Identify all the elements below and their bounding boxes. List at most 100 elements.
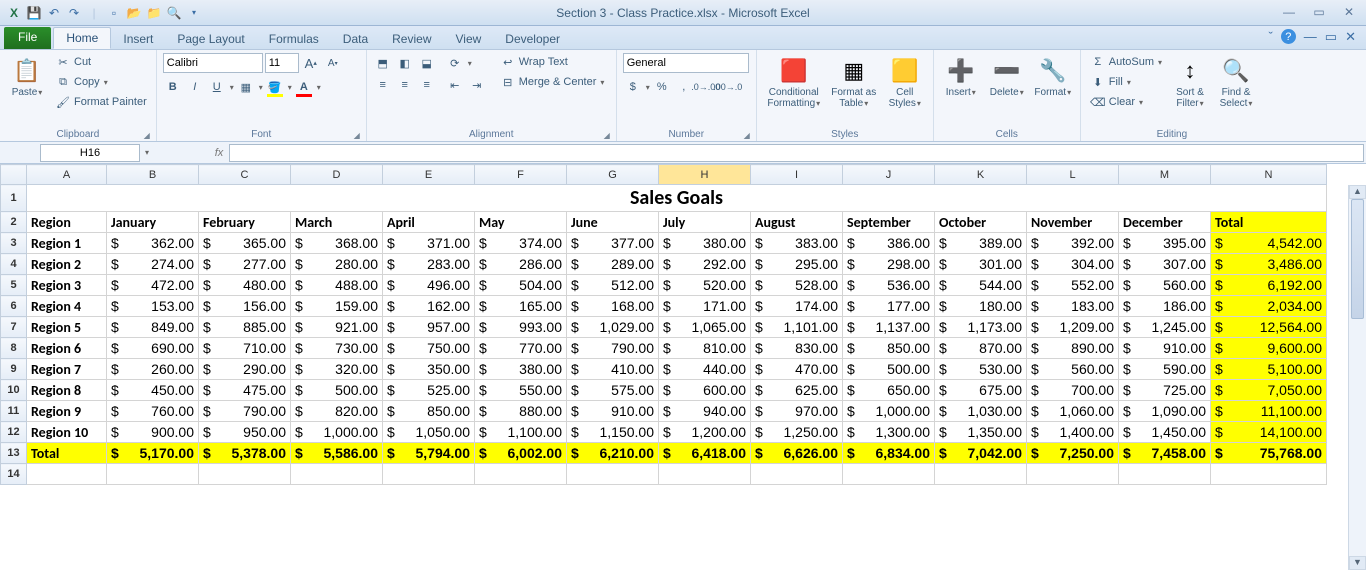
data-cell[interactable]: $530.00 — [935, 359, 1027, 380]
orientation-icon[interactable]: ⟳ — [445, 53, 465, 73]
row-header-10[interactable]: 10 — [1, 380, 27, 401]
data-cell[interactable]: $1,090.00 — [1119, 401, 1211, 422]
data-cell[interactable]: $283.00 — [383, 254, 475, 275]
find-select-button[interactable]: 🔍Find & Select▾ — [1215, 53, 1257, 111]
col-header-B[interactable]: B — [107, 165, 199, 185]
data-cell[interactable]: $890.00 — [1027, 338, 1119, 359]
restore-icon[interactable]: ▭ — [1308, 5, 1330, 21]
data-cell[interactable]: $820.00 — [291, 401, 383, 422]
data-cell[interactable]: $830.00 — [751, 338, 843, 359]
col-header-F[interactable]: F — [475, 165, 567, 185]
tab-insert[interactable]: Insert — [111, 29, 165, 49]
data-cell[interactable]: $520.00 — [659, 275, 751, 296]
col-header-D[interactable]: D — [291, 165, 383, 185]
align-dialog-icon[interactable]: ◢ — [604, 131, 610, 140]
data-cell[interactable]: $290.00 — [199, 359, 291, 380]
fill-color-icon[interactable]: 🪣 — [265, 77, 285, 97]
open2-icon[interactable]: 📁 — [146, 5, 162, 21]
font-dialog-icon[interactable]: ◢ — [354, 131, 360, 140]
data-cell[interactable]: $885.00 — [199, 317, 291, 338]
data-cell[interactable]: $810.00 — [659, 338, 751, 359]
clear-button[interactable]: ⌫Clear▾ — [1087, 93, 1165, 111]
data-cell[interactable]: $1,000.00 — [843, 401, 935, 422]
data-cell[interactable]: $900.00 — [107, 422, 199, 443]
data-cell[interactable]: $536.00 — [843, 275, 935, 296]
empty-cell[interactable] — [659, 464, 751, 485]
data-cell[interactable]: $1,065.00 — [659, 317, 751, 338]
fill-button[interactable]: ⬇Fill▾ — [1087, 73, 1165, 91]
delete-cells-button[interactable]: ➖Delete▾ — [986, 53, 1028, 100]
data-cell[interactable]: $550.00 — [475, 380, 567, 401]
insert-cells-button[interactable]: ➕Insert▾ — [940, 53, 982, 100]
row-header-8[interactable]: 8 — [1, 338, 27, 359]
conditional-formatting-button[interactable]: 🟥Conditional Formatting▾ — [763, 53, 825, 111]
vertical-scrollbar[interactable]: ▲ ▼ — [1348, 185, 1366, 570]
empty-cell[interactable] — [475, 464, 567, 485]
data-cell[interactable]: $183.00 — [1027, 296, 1119, 317]
data-cell[interactable]: $1,200.00 — [659, 422, 751, 443]
data-cell[interactable]: $650.00 — [843, 380, 935, 401]
formula-input[interactable] — [229, 144, 1364, 162]
data-cell[interactable]: $1,060.00 — [1027, 401, 1119, 422]
italic-button[interactable]: I — [185, 77, 205, 97]
data-cell[interactable]: $1,209.00 — [1027, 317, 1119, 338]
data-cell[interactable]: $365.00 — [199, 233, 291, 254]
data-cell[interactable]: $377.00 — [567, 233, 659, 254]
select-all-corner[interactable] — [1, 165, 27, 185]
data-cell[interactable]: $1,100.00 — [475, 422, 567, 443]
data-cell[interactable]: $560.00 — [1119, 275, 1211, 296]
row-header-5[interactable]: 5 — [1, 275, 27, 296]
tab-page-layout[interactable]: Page Layout — [165, 29, 256, 49]
data-cell[interactable]: $849.00 — [107, 317, 199, 338]
empty-cell[interactable] — [1027, 464, 1119, 485]
data-cell[interactable]: $380.00 — [659, 233, 751, 254]
data-cell[interactable]: $528.00 — [751, 275, 843, 296]
data-cell[interactable]: $950.00 — [199, 422, 291, 443]
data-cell[interactable]: $1,000.00 — [291, 422, 383, 443]
data-cell[interactable]: $512.00 — [567, 275, 659, 296]
paste-button[interactable]: 📋 Paste▾ — [6, 53, 48, 100]
data-cell[interactable]: $575.00 — [567, 380, 659, 401]
data-cell[interactable]: $371.00 — [383, 233, 475, 254]
window-min-icon[interactable]: — — [1304, 29, 1317, 45]
data-cell[interactable]: $480.00 — [199, 275, 291, 296]
data-cell[interactable]: $600.00 — [659, 380, 751, 401]
data-cell[interactable]: $544.00 — [935, 275, 1027, 296]
col-header-H[interactable]: H — [659, 165, 751, 185]
data-cell[interactable]: $921.00 — [291, 317, 383, 338]
data-cell[interactable]: $1,450.00 — [1119, 422, 1211, 443]
data-cell[interactable]: $177.00 — [843, 296, 935, 317]
data-cell[interactable]: $970.00 — [751, 401, 843, 422]
data-cell[interactable]: $790.00 — [199, 401, 291, 422]
data-cell[interactable]: $289.00 — [567, 254, 659, 275]
data-cell[interactable]: $700.00 — [1027, 380, 1119, 401]
sort-filter-button[interactable]: ↕Sort & Filter▾ — [1169, 53, 1211, 111]
data-cell[interactable]: $625.00 — [751, 380, 843, 401]
data-cell[interactable]: $552.00 — [1027, 275, 1119, 296]
print-preview-icon[interactable]: 🔍 — [166, 5, 182, 21]
number-dialog-icon[interactable]: ◢ — [744, 131, 750, 140]
tab-review[interactable]: Review — [380, 29, 443, 49]
data-cell[interactable]: $159.00 — [291, 296, 383, 317]
row-header-11[interactable]: 11 — [1, 401, 27, 422]
data-cell[interactable]: $362.00 — [107, 233, 199, 254]
grow-font-icon[interactable]: A▴ — [301, 53, 321, 73]
data-cell[interactable]: $850.00 — [383, 401, 475, 422]
data-cell[interactable]: $410.00 — [567, 359, 659, 380]
data-cell[interactable]: $1,137.00 — [843, 317, 935, 338]
col-header-N[interactable]: N — [1211, 165, 1327, 185]
percent-icon[interactable]: % — [652, 77, 672, 97]
wrap-text-button[interactable]: ↩Wrap Text — [497, 53, 608, 71]
data-cell[interactable]: $450.00 — [107, 380, 199, 401]
new-icon[interactable]: ▫ — [106, 5, 122, 21]
data-cell[interactable]: $940.00 — [659, 401, 751, 422]
data-cell[interactable]: $165.00 — [475, 296, 567, 317]
shrink-font-icon[interactable]: A▾ — [323, 53, 343, 73]
increase-indent-icon[interactable]: ⇥ — [467, 75, 487, 95]
align-bottom-icon[interactable]: ⬓ — [417, 53, 437, 73]
col-header-L[interactable]: L — [1027, 165, 1119, 185]
col-header-M[interactable]: M — [1119, 165, 1211, 185]
data-cell[interactable]: $470.00 — [751, 359, 843, 380]
number-format-select[interactable] — [623, 53, 749, 73]
data-cell[interactable]: $504.00 — [475, 275, 567, 296]
